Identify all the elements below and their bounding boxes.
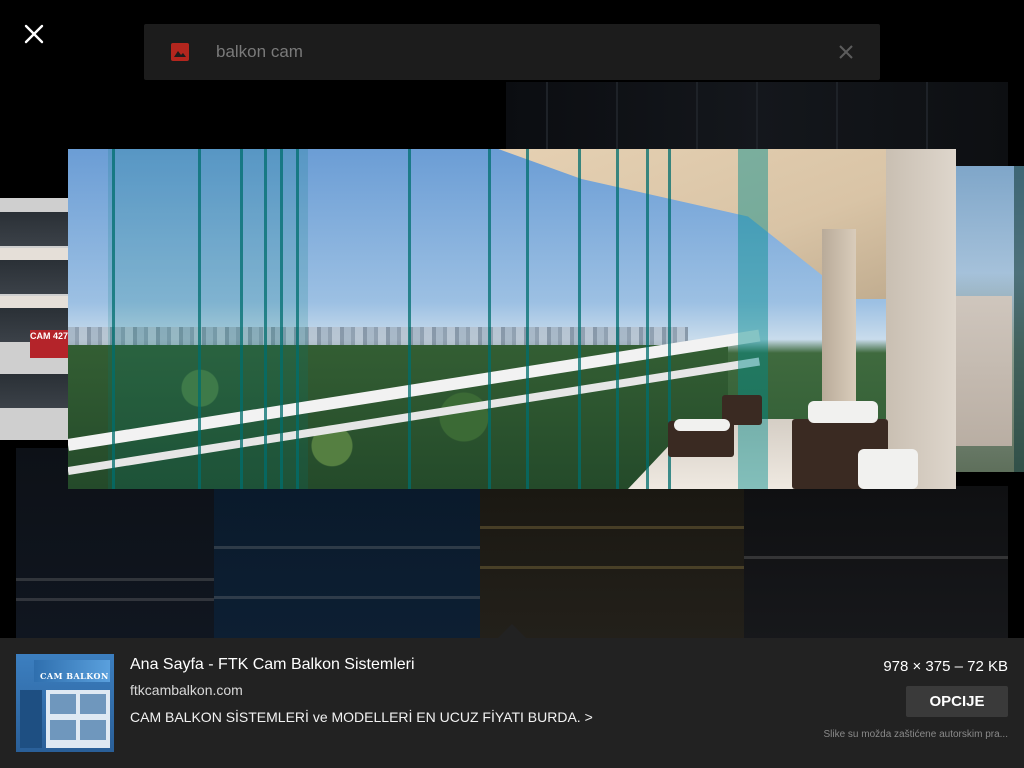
background-thumbnail-bottom-3[interactable]: [480, 486, 744, 640]
search-bar[interactable]: balkon cam: [144, 24, 880, 80]
result-title[interactable]: Ana Sayfa - FTK Cam Balkon Sistemleri: [130, 656, 415, 674]
panel-pointer: [497, 624, 527, 639]
source-thumbnail[interactable]: CAM BALKON: [16, 654, 114, 752]
thumbnail-brand: CAM BALKON: [40, 671, 109, 681]
close-icon: [24, 24, 44, 44]
background-thumbnail-left[interactable]: CAM 427: [0, 198, 68, 440]
background-thumbnail-right[interactable]: [956, 166, 1024, 472]
image-icon: [171, 43, 189, 61]
background-thumbnail-bottom-2[interactable]: [214, 486, 480, 640]
background-thumbnail-bottom-4[interactable]: [744, 486, 1008, 640]
options-button[interactable]: OPCIJE: [906, 686, 1008, 717]
image-dimensions: 978 × 375 – 72 KB: [883, 658, 1008, 675]
close-button[interactable]: [20, 20, 48, 48]
search-query[interactable]: balkon cam: [216, 24, 303, 80]
copyright-note: Slike su možda zaštićene autorskim pra..…: [823, 729, 1008, 740]
preview-image[interactable]: [68, 149, 956, 489]
clear-icon[interactable]: [838, 44, 854, 60]
sign-text: CAM 427: [30, 330, 68, 358]
result-site[interactable]: ftkcambalkon.com: [130, 682, 243, 698]
result-description-link[interactable]: CAM BALKON SİSTEMLERİ ve MODELLERİ EN UC…: [130, 709, 593, 725]
image-info-panel: CAM BALKON Ana Sayfa - FTK Cam Balkon Si…: [0, 638, 1024, 768]
